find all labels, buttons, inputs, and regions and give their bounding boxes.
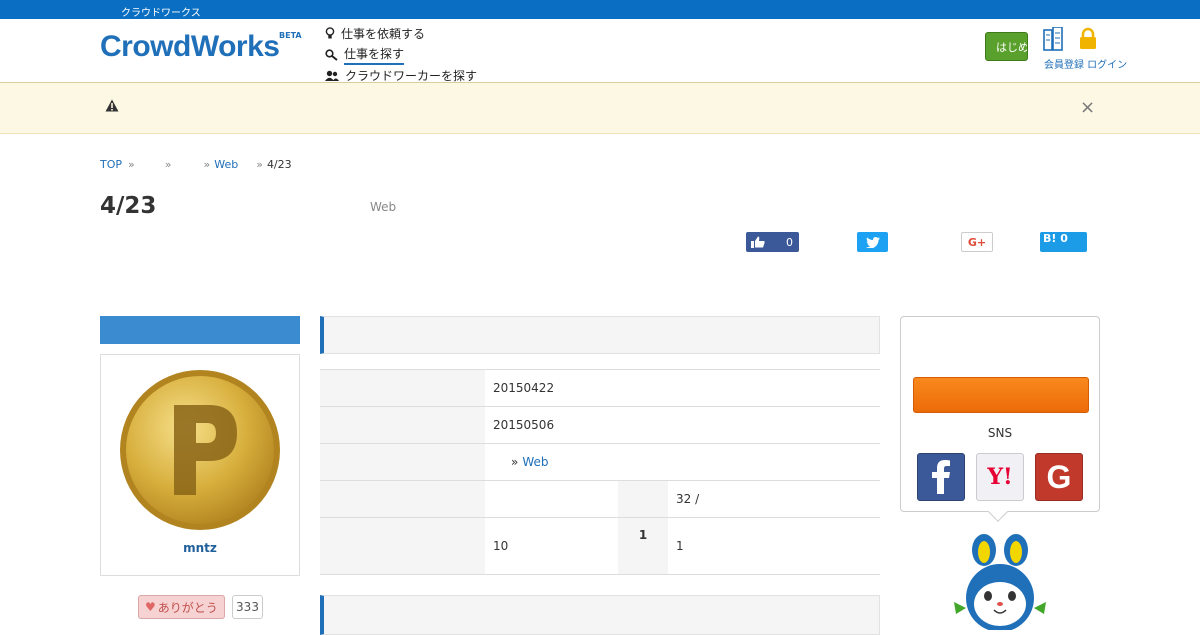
search-icon [325, 48, 338, 61]
table-row: 10 1 1 [320, 518, 880, 575]
category-cell: » Web [485, 444, 880, 480]
job-title: 4/23 [100, 193, 157, 219]
crowdworks-logo[interactable]: CrowdWorks [100, 30, 280, 64]
sns-label: SNS [987, 426, 1013, 440]
nav-item-order[interactable]: 仕事を依頼する [325, 23, 477, 44]
notice-bar: × [0, 83, 1200, 134]
applicants-value: 32 / [676, 492, 700, 506]
breadcrumb-separator: » [203, 158, 211, 171]
contract-left: 10 [493, 539, 509, 553]
breadcrumb-item[interactable] [175, 158, 197, 171]
posted-date: 20150422 [493, 381, 555, 395]
lock-icon[interactable] [1078, 27, 1098, 51]
breadcrumb-separator: » [256, 158, 263, 171]
nav-item-find-jobs[interactable]: 仕事を探す [325, 44, 477, 65]
breadcrumb-top[interactable]: TOP [100, 158, 122, 171]
job-description-header [320, 595, 880, 635]
google-plus-button[interactable]: G+ [961, 232, 993, 252]
thanks-button[interactable]: ♥ ありがとう [138, 595, 225, 619]
facebook-icon [932, 460, 950, 494]
deadline-date: 20150506 [493, 418, 555, 432]
google-icon: G [1046, 458, 1072, 495]
hatena-bookmark-button[interactable]: B! 0 [1040, 232, 1087, 252]
twitter-share-button[interactable] [857, 232, 888, 252]
top-bar: クラウドワークス [0, 0, 1200, 19]
client-section-header [100, 316, 300, 344]
client-name[interactable]: mntz [101, 541, 299, 555]
heart-icon: ♥ [145, 600, 156, 614]
breadcrumb-separator: » [128, 158, 135, 171]
main-nav: 仕事を依頼する 仕事を探す クラウドワーカーを探す [325, 23, 477, 86]
hatena-label: B! [1043, 232, 1057, 245]
category-prefix: » [511, 455, 519, 469]
contract-right: 1 [676, 539, 684, 553]
row-label [320, 481, 485, 517]
row-label [320, 407, 485, 443]
lightbulb-icon [325, 27, 335, 39]
rabbit-mascot [954, 534, 1046, 630]
signup-login-links[interactable]: 会員登録 ログイン [1044, 56, 1127, 71]
top-bar-text: クラウドワークス [121, 8, 201, 19]
breadcrumb-item[interactable] [139, 158, 159, 171]
yahoo-login-button[interactable]: Y! [976, 453, 1024, 501]
client-avatar[interactable] [119, 369, 281, 531]
users-icon [325, 70, 339, 81]
site-header: CrowdWorks BETA 仕事を依頼する 仕事を探す クラウドワーカーを探… [0, 19, 1200, 83]
google-login-button[interactable]: G [1035, 453, 1083, 501]
job-detail-table: 20150422 20150506 » Web 32 / 10 1 1 [320, 369, 880, 575]
facebook-login-button[interactable] [917, 453, 965, 501]
breadcrumb: TOP » » » Web » 4/23 [100, 158, 292, 171]
table-row: » Web [320, 444, 880, 481]
building-icon[interactable] [1043, 26, 1063, 51]
close-icon[interactable]: × [1080, 97, 1095, 118]
signup-box: SNS Y! G [900, 316, 1100, 512]
breadcrumb-web[interactable]: Web [214, 158, 238, 171]
header-icons [1043, 26, 1098, 55]
row-label [320, 370, 485, 406]
thanks-count: 333 [232, 595, 263, 619]
yahoo-icon: Y! [987, 464, 1013, 490]
row-sublabel [618, 481, 668, 517]
nav-item-label: クラウドワーカーを探す [345, 69, 478, 83]
thanks-label: ありがとう [157, 600, 218, 615]
table-row: 20150506 [320, 407, 880, 444]
row-label [320, 518, 485, 574]
job-overview-header [320, 316, 880, 354]
thumbs-up-icon [751, 236, 765, 248]
nav-item-label: 仕事を依頼する [341, 27, 426, 41]
signup-button[interactable] [913, 377, 1089, 413]
facebook-like-count: 0 [786, 235, 793, 249]
category-link[interactable]: Web [522, 455, 548, 469]
nav-item-label: 仕事を探す [344, 45, 405, 65]
hatena-count: 0 [1060, 232, 1068, 245]
row-label [320, 444, 485, 480]
job-category: Web [370, 200, 397, 214]
row-value [485, 481, 618, 517]
twitter-icon [865, 236, 880, 248]
warning-icon [105, 99, 119, 112]
beginner-button[interactable]: はじめての方 [985, 32, 1028, 61]
table-row: 20150422 [320, 370, 880, 407]
beginner-label: はじめての方 [996, 40, 1028, 54]
client-card: mntz [100, 354, 300, 576]
logo-beta-badge: BETA [279, 31, 302, 40]
breadcrumb-separator: » [164, 158, 172, 171]
contract-mid: 1 [618, 518, 668, 574]
table-row: 32 / [320, 481, 880, 518]
breadcrumb-current: 4/23 [266, 158, 292, 171]
facebook-like-button[interactable]: 0 [746, 232, 799, 252]
